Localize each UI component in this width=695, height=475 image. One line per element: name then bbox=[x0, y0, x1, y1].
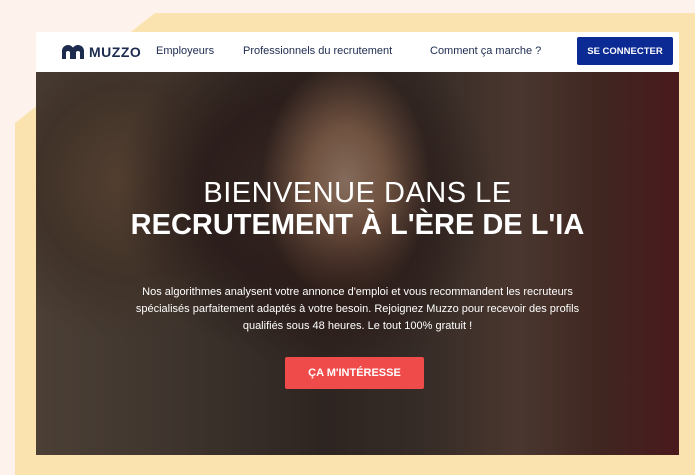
nav-link-comment-ca-marche[interactable]: Comment ça marche ? bbox=[430, 45, 541, 57]
cta-button[interactable]: ÇA M'INTÉRESSE bbox=[285, 357, 424, 389]
hero-content: BIENVENUE DANS LE RECRUTEMENT À L'ÈRE DE… bbox=[36, 72, 679, 455]
top-navbar: MUZZO Employeurs Professionnels du recru… bbox=[36, 32, 679, 72]
page: MUZZO Employeurs Professionnels du recru… bbox=[0, 0, 695, 475]
nav-link-professionnels[interactable]: Professionnels du recrutement bbox=[243, 45, 392, 57]
nav-link-employeurs[interactable]: Employeurs bbox=[156, 45, 214, 57]
logo-link[interactable]: MUZZO bbox=[61, 44, 141, 60]
logo-text: MUZZO bbox=[89, 44, 142, 60]
hero-title-line2: RECRUTEMENT À L'ÈRE DE L'IA bbox=[130, 209, 585, 241]
hero-subtitle: Nos algorithmes analysent votre annonce … bbox=[135, 286, 580, 332]
hero-section: BIENVENUE DANS LE RECRUTEMENT À L'ÈRE DE… bbox=[36, 72, 679, 455]
login-button[interactable]: SE CONNECTER bbox=[577, 37, 673, 65]
muzzo-logo-icon bbox=[62, 45, 84, 59]
website-frame: MUZZO Employeurs Professionnels du recru… bbox=[36, 32, 679, 455]
hero-title-line1: BIENVENUE DANS LE bbox=[203, 177, 512, 209]
